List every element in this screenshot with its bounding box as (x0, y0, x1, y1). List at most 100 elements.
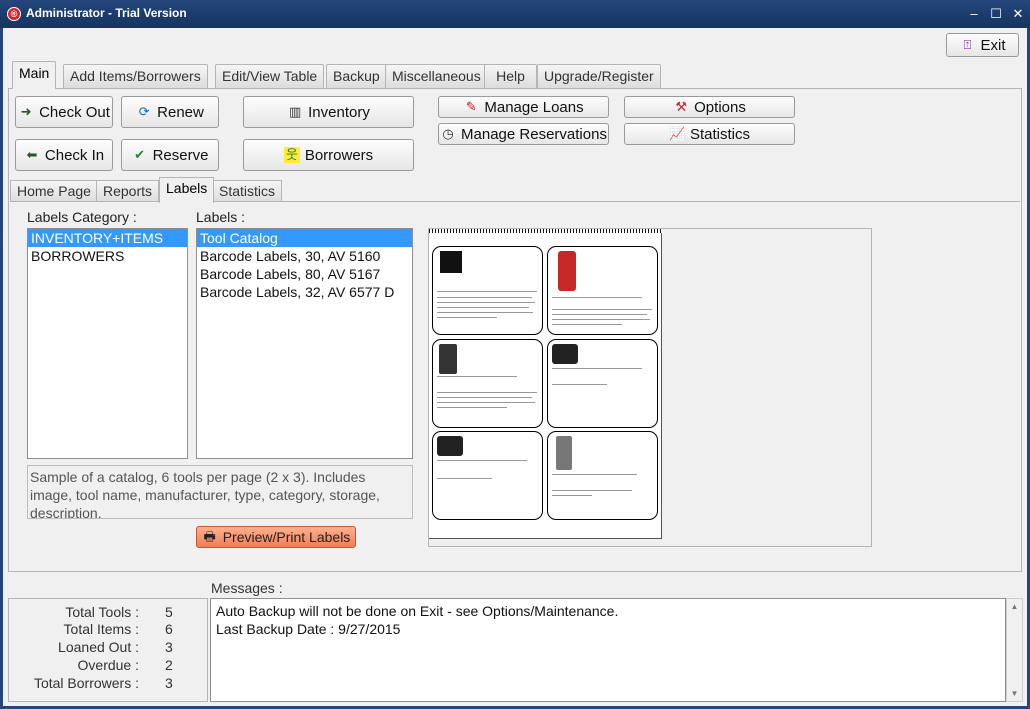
check-in-button[interactable]: ⬅ Check In (15, 139, 113, 171)
stats-panel: Total Tools : 5 Total Items : 6 Loaned O… (8, 598, 208, 702)
card-text-line (552, 309, 652, 310)
tab-edit-view-table[interactable]: Edit/View Table (215, 64, 325, 88)
reserve-icon: ✔ (134, 147, 146, 162)
check-in-icon: ⬅ (26, 147, 38, 162)
preview-card (432, 339, 543, 428)
subtab-reports[interactable]: Reports (96, 180, 160, 202)
list-item[interactable]: Barcode Labels, 30, AV 5160 (197, 247, 412, 265)
card-image (556, 436, 572, 470)
subtab-label: Home Page (17, 183, 91, 199)
reserve-label: Reserve (152, 146, 209, 164)
card-text-line (437, 407, 507, 408)
stat-value: 5 (165, 604, 173, 620)
manage-reservations-button[interactable]: ◷ Manage Reservations (438, 123, 609, 145)
card-image (552, 344, 578, 364)
card-image (440, 251, 462, 273)
maximize-icon[interactable]: ☐ (987, 5, 1005, 23)
manage-loans-label: Manage Loans (484, 98, 584, 116)
borrowers-button[interactable]: 웃 Borrowers (243, 139, 414, 171)
tab-backup[interactable]: Backup (326, 64, 387, 88)
exit-button[interactable]: ⍐ Exit (946, 33, 1019, 57)
stat-overdue: Overdue : 2 (15, 656, 195, 674)
page-ruler (429, 229, 662, 233)
card-text-line (437, 376, 517, 377)
tab-miscellaneous[interactable]: Miscellaneous (385, 64, 488, 88)
labels-category-list[interactable]: INVENTORY+ITEMS BORROWERS (27, 228, 188, 459)
preview-print-labels-button[interactable]: 🖶 Preview/Print Labels (196, 526, 356, 548)
tools-icon: ⚒ (675, 99, 687, 114)
title-bar: ® Administrator - Trial Version – ☐ ✕ (0, 0, 1030, 28)
labels-list[interactable]: Tool Catalog Barcode Labels, 30, AV 5160… (196, 228, 413, 459)
inventory-button[interactable]: ▥ Inventory (243, 96, 414, 128)
stat-name: Total Tools : (65, 604, 139, 620)
tab-label: Edit/View Table (222, 68, 318, 84)
card-text-line (437, 302, 535, 303)
window-title: Administrator - Trial Version (26, 6, 187, 20)
stat-name: Total Borrowers : (33, 675, 139, 691)
tab-label: Help (496, 68, 525, 84)
preview-card (547, 339, 658, 428)
card-text-line (437, 402, 535, 403)
list-item[interactable]: Tool Catalog (197, 229, 412, 247)
card-text-line (552, 368, 642, 369)
card-text-line (437, 478, 492, 479)
renew-label: Renew (157, 103, 204, 121)
printer-icon: 🖶 (203, 529, 216, 544)
scroll-down-icon[interactable]: ▼ (1009, 689, 1020, 698)
stat-name: Total Items : (63, 621, 139, 637)
tab-label: Backup (333, 68, 380, 84)
renew-button[interactable]: ⟳ Renew (121, 96, 219, 128)
stat-total-items: Total Items : 6 (15, 620, 195, 638)
app-icon: ® (7, 7, 21, 21)
list-item[interactable]: Barcode Labels, 80, AV 5167 (197, 265, 412, 283)
options-button[interactable]: ⚒ Options (624, 96, 795, 118)
minimize-icon[interactable]: – (965, 5, 983, 23)
scroll-up-icon[interactable]: ▲ (1009, 602, 1020, 611)
list-item[interactable]: INVENTORY+ITEMS (28, 229, 187, 247)
tab-label: Miscellaneous (392, 68, 481, 84)
clock-icon: ◷ (442, 126, 454, 141)
card-text-line (437, 392, 537, 393)
subtab-home-page[interactable]: Home Page (10, 180, 98, 202)
stat-loaned-out: Loaned Out : 3 (15, 638, 195, 656)
card-image (439, 344, 457, 374)
messages-heading: Messages : (211, 580, 283, 596)
tab-main[interactable]: Main (12, 61, 57, 89)
exit-door-icon: ⍐ (963, 37, 972, 52)
card-image (437, 436, 463, 456)
check-out-icon: ➜ (20, 104, 32, 119)
borrowers-label: Borrowers (304, 146, 374, 164)
inventory-label: Inventory (308, 103, 370, 121)
tab-add-items-borrowers[interactable]: Add Items/Borrowers (63, 64, 208, 88)
card-text-line (552, 324, 622, 325)
manage-loans-icon: ✎ (465, 99, 477, 114)
labels-category-heading: Labels Category : (27, 209, 137, 225)
card-text-line (552, 490, 632, 491)
list-item[interactable]: BORROWERS (28, 247, 187, 265)
card-image (558, 251, 576, 291)
card-text-line (437, 397, 532, 398)
subtab-statistics[interactable]: Statistics (212, 180, 283, 202)
chart-icon: 📈 (668, 126, 686, 141)
messages-box[interactable]: Auto Backup will not be done on Exit - s… (210, 598, 1006, 702)
manage-loans-button[interactable]: ✎ Manage Loans (438, 96, 609, 118)
subtab-labels[interactable]: Labels (159, 177, 215, 203)
messages-scrollbar[interactable]: ▲ ▼ (1006, 598, 1023, 702)
stat-value: 3 (165, 675, 173, 691)
list-item[interactable]: Barcode Labels, 32, AV 6577 D (197, 283, 412, 301)
stat-total-tools: Total Tools : 5 (15, 603, 195, 621)
stat-value: 6 (165, 621, 173, 637)
stat-name: Overdue : (77, 657, 139, 673)
labels-heading: Labels : (196, 209, 246, 225)
tab-help[interactable]: Help (484, 64, 537, 88)
inventory-icon: ▥ (288, 104, 302, 119)
reserve-button[interactable]: ✔ Reserve (121, 139, 219, 171)
preview-card (547, 246, 658, 335)
subtab-label: Reports (103, 183, 153, 199)
check-out-button[interactable]: ➜ Check Out (15, 96, 113, 128)
card-text-line (437, 291, 537, 292)
statistics-button[interactable]: 📈 Statistics (624, 123, 795, 145)
tab-upgrade-register[interactable]: Upgrade/Register (537, 64, 661, 88)
close-icon[interactable]: ✕ (1009, 5, 1027, 23)
manage-reservations-label: Manage Reservations (461, 125, 607, 143)
